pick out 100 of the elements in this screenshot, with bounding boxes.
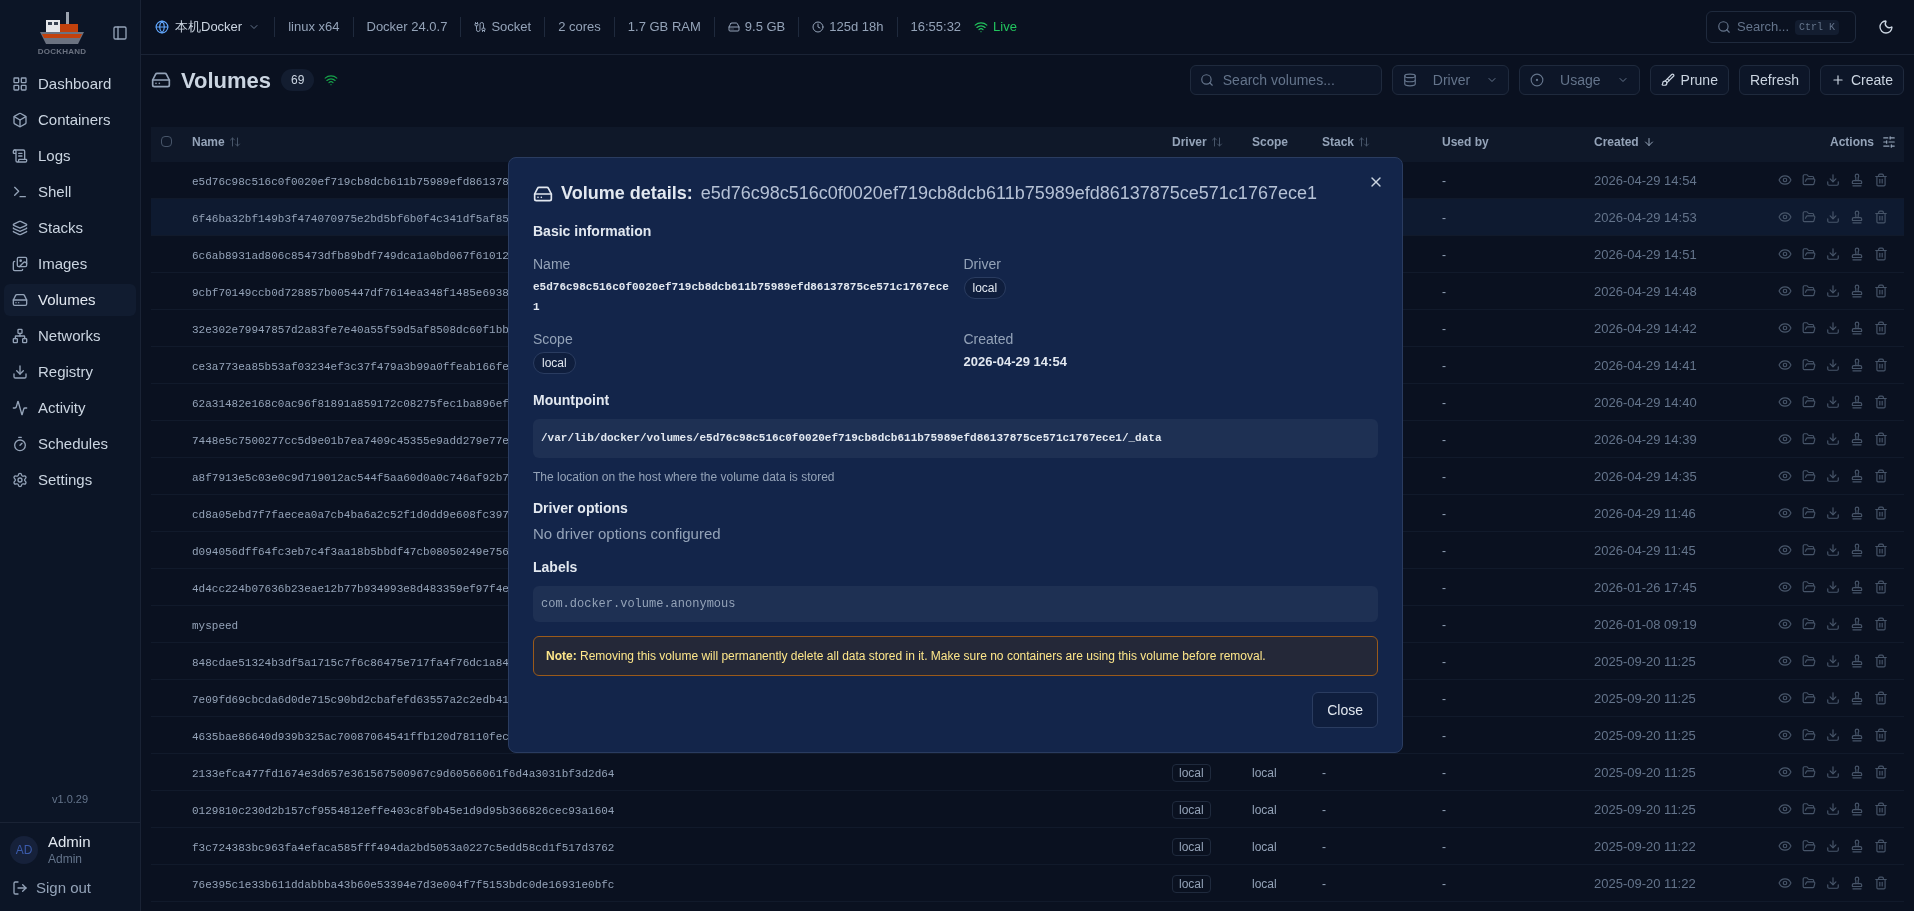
folder-icon[interactable] [1802,543,1816,557]
filter-dropdown[interactable]: Usage [1519,65,1640,95]
stamp-icon[interactable] [1850,432,1864,446]
download-icon[interactable] [1826,691,1840,705]
search-field[interactable]: Search volumes... [1189,65,1382,95]
stamp-icon[interactable] [1850,543,1864,557]
table-row[interactable]: 2133efca477fd1674e3d657e361567500967c9d60566061f6d4a3031bf3d2d64 local local - - 2025-09-20 11:25 [151,754,1904,791]
eye-icon[interactable] [1778,358,1792,372]
download-icon[interactable] [1826,247,1840,261]
nav-item[interactable]: Volumes [4,284,136,316]
download-icon[interactable] [1826,321,1840,335]
stamp-icon[interactable] [1850,691,1864,705]
eye-icon[interactable] [1778,543,1792,557]
stamp-icon[interactable] [1850,469,1864,483]
folder-icon[interactable] [1802,876,1816,890]
select-all-checkbox[interactable] [161,136,172,147]
folder-icon[interactable] [1802,580,1816,594]
folder-icon[interactable] [1802,358,1816,372]
global-search-field[interactable]: Search... Ctrl K [1706,11,1856,43]
eye-icon[interactable] [1778,654,1792,668]
stamp-icon[interactable] [1850,617,1864,631]
trash-icon[interactable] [1874,728,1888,742]
nav-item[interactable]: Settings [4,464,136,496]
download-icon[interactable] [1826,358,1840,372]
folder-icon[interactable] [1802,728,1816,742]
nav-item[interactable]: Images [4,248,136,280]
download-icon[interactable] [1826,617,1840,631]
trash-icon[interactable] [1874,321,1888,335]
table-row[interactable]: f3c724383bc963fa4efaca585fff494da2bd5053a0227c5edd58cd1f517d3762 local local - - 2025-09-20 11:22 [151,828,1904,865]
close-button[interactable]: Close [1312,692,1378,728]
eye-icon[interactable] [1778,765,1792,779]
sign-out-link[interactable]: Sign out [0,876,140,911]
trash-icon[interactable] [1874,469,1888,483]
toolbar-button[interactable]: Create [1819,65,1904,95]
nav-item[interactable]: Activity [4,392,136,424]
download-icon[interactable] [1826,432,1840,446]
trash-icon[interactable] [1874,284,1888,298]
nav-item[interactable]: Stacks [4,212,136,244]
eye-icon[interactable] [1778,802,1792,816]
trash-icon[interactable] [1874,839,1888,853]
trash-icon[interactable] [1874,691,1888,705]
eye-icon[interactable] [1778,247,1792,261]
trash-icon[interactable] [1874,210,1888,224]
folder-icon[interactable] [1802,247,1816,261]
stamp-icon[interactable] [1850,728,1864,742]
download-icon[interactable] [1826,839,1840,853]
folder-icon[interactable] [1802,321,1816,335]
download-icon[interactable] [1826,543,1840,557]
trash-icon[interactable] [1874,654,1888,668]
trash-icon[interactable] [1874,617,1888,631]
folder-icon[interactable] [1802,691,1816,705]
trash-icon[interactable] [1874,876,1888,890]
nav-item[interactable]: Schedules [4,428,136,460]
trash-icon[interactable] [1874,802,1888,816]
column-header[interactable]: Stack [1322,132,1355,151]
eye-icon[interactable] [1778,617,1792,631]
eye-icon[interactable] [1778,321,1792,335]
download-icon[interactable] [1826,876,1840,890]
eye-icon[interactable] [1778,839,1792,853]
folder-icon[interactable] [1802,654,1816,668]
eye-icon[interactable] [1778,173,1792,187]
trash-icon[interactable] [1874,432,1888,446]
download-icon[interactable] [1826,173,1840,187]
stamp-icon[interactable] [1850,284,1864,298]
table-row[interactable]: 0129810c230d2b157cf9554812effe403c8f9b45e1d9d95b366826cec93a1604 local local - - 2025-09-20 11:25 [151,791,1904,828]
stamp-icon[interactable] [1850,802,1864,816]
eye-icon[interactable] [1778,728,1792,742]
folder-icon[interactable] [1802,506,1816,520]
nav-item[interactable]: Registry [4,356,136,388]
stamp-icon[interactable] [1850,210,1864,224]
column-header[interactable]: Name [192,132,225,151]
folder-icon[interactable] [1802,839,1816,853]
eye-icon[interactable] [1778,469,1792,483]
stamp-icon[interactable] [1850,654,1864,668]
folder-icon[interactable] [1802,395,1816,409]
eye-icon[interactable] [1778,691,1792,705]
stamp-icon[interactable] [1850,765,1864,779]
eye-icon[interactable] [1778,432,1792,446]
trash-icon[interactable] [1874,765,1888,779]
folder-icon[interactable] [1802,284,1816,298]
stamp-icon[interactable] [1850,580,1864,594]
nav-item[interactable]: Shell [4,176,136,208]
stamp-icon[interactable] [1850,321,1864,335]
download-icon[interactable] [1826,210,1840,224]
stamp-icon[interactable] [1850,506,1864,520]
stamp-icon[interactable] [1850,395,1864,409]
folder-icon[interactable] [1802,469,1816,483]
column-header[interactable]: Scope [1252,134,1288,149]
folder-icon[interactable] [1802,765,1816,779]
folder-icon[interactable] [1802,432,1816,446]
download-icon[interactable] [1826,765,1840,779]
download-icon[interactable] [1826,284,1840,298]
eye-icon[interactable] [1778,580,1792,594]
theme-toggle-icon[interactable] [1878,19,1894,35]
download-icon[interactable] [1826,506,1840,520]
eye-icon[interactable] [1778,284,1792,298]
download-icon[interactable] [1826,395,1840,409]
nav-item[interactable]: Containers [4,104,136,136]
stamp-icon[interactable] [1850,839,1864,853]
trash-icon[interactable] [1874,543,1888,557]
